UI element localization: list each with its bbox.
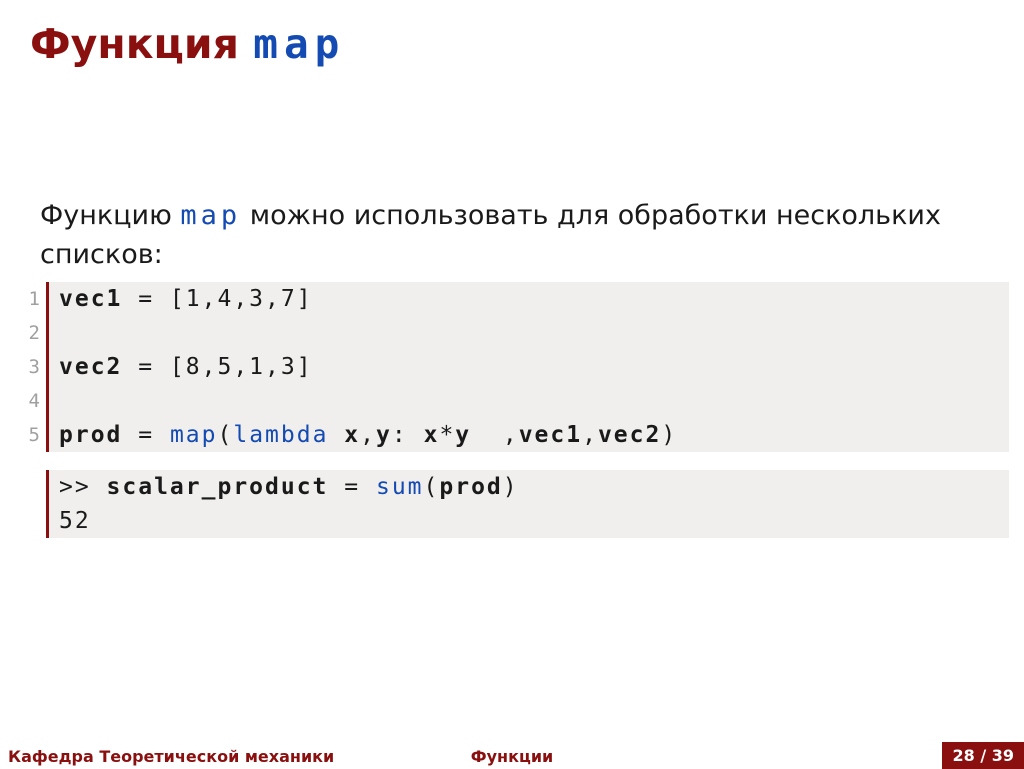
code-token: ,: [582, 422, 598, 448]
title-code: map: [253, 20, 345, 68]
code-token: prod: [59, 422, 122, 448]
code-block-1: 1 vec1 = [1,4,3,7] 2 3 vec2 = [8,5,1,3] 4 5p…: [15, 282, 1009, 452]
code-token: x: [344, 422, 360, 448]
code-token: map: [170, 422, 218, 448]
code-token: x: [424, 422, 440, 448]
code-token: >>: [59, 474, 107, 500]
code-content: 52: [49, 504, 1009, 538]
code-token: :: [392, 422, 424, 448]
code-content: >> scalar_product = sum(prod): [49, 470, 1009, 504]
intro-paragraph: Функцию map можно использовать для обраб…: [40, 196, 980, 274]
line-number: 3: [15, 350, 40, 384]
code-token: ,: [360, 422, 376, 448]
code-content: prod = map(lambda x,y: x*y ,vec1,vec2): [49, 418, 1009, 452]
code-token: [328, 422, 344, 448]
title-word: Функция: [30, 20, 239, 68]
para-pre: Функцию: [40, 200, 180, 231]
code-token: vec1: [59, 286, 122, 312]
line-number: 4: [15, 384, 40, 418]
code-line: 3 vec2 = [8,5,1,3]: [15, 350, 1009, 384]
code-content: [49, 316, 1009, 350]
code-token: sum: [376, 474, 424, 500]
code-token: y: [455, 422, 471, 448]
code-line: 4: [15, 384, 1009, 418]
code-token: 52: [59, 508, 91, 534]
code-token: y: [376, 422, 392, 448]
code-content: vec1 = [1,4,3,7]: [49, 282, 1009, 316]
footer: Кафедра Теоретической механики Функции 2…: [0, 741, 1024, 769]
code-line: 5prod = map(lambda x,y: x*y ,vec1,vec2): [15, 418, 1009, 452]
code-token: (: [424, 474, 440, 500]
code-line: 1 vec1 = [1,4,3,7]: [15, 282, 1009, 316]
code-token: ): [503, 474, 519, 500]
footer-center: Функции: [0, 747, 1024, 766]
code-token: =: [122, 422, 170, 448]
code-token: ,: [471, 422, 519, 448]
code-token: = [8,5,1,3]: [122, 354, 312, 380]
code-token: vec1: [519, 422, 582, 448]
code-token: vec2: [598, 422, 661, 448]
line-number: 5: [15, 418, 40, 452]
code-token: *: [439, 422, 455, 448]
code-token: ): [661, 422, 677, 448]
footer-page-number: 28 / 39: [942, 742, 1024, 769]
code-token: prod: [439, 474, 502, 500]
line-number: [15, 504, 40, 538]
code-token: =: [328, 474, 376, 500]
code-token: lambda: [233, 422, 328, 448]
slide-title: Функция map: [30, 20, 345, 68]
line-number: [15, 470, 40, 504]
code-token: = [1,4,3,7]: [122, 286, 312, 312]
code-token: vec2: [59, 354, 122, 380]
code-line: 2: [15, 316, 1009, 350]
code-content: [49, 384, 1009, 418]
para-code: map: [180, 200, 241, 231]
line-number: 2: [15, 316, 40, 350]
line-number: 1: [15, 282, 40, 316]
slide: Функция map Функцию map можно использова…: [0, 0, 1024, 769]
code-token: scalar_product: [107, 474, 329, 500]
code-block-2: >> scalar_product = sum(prod) 52: [15, 470, 1009, 538]
code-line: 52: [15, 504, 1009, 538]
code-token: (: [217, 422, 233, 448]
code-line: >> scalar_product = sum(prod): [15, 470, 1009, 504]
code-content: vec2 = [8,5,1,3]: [49, 350, 1009, 384]
